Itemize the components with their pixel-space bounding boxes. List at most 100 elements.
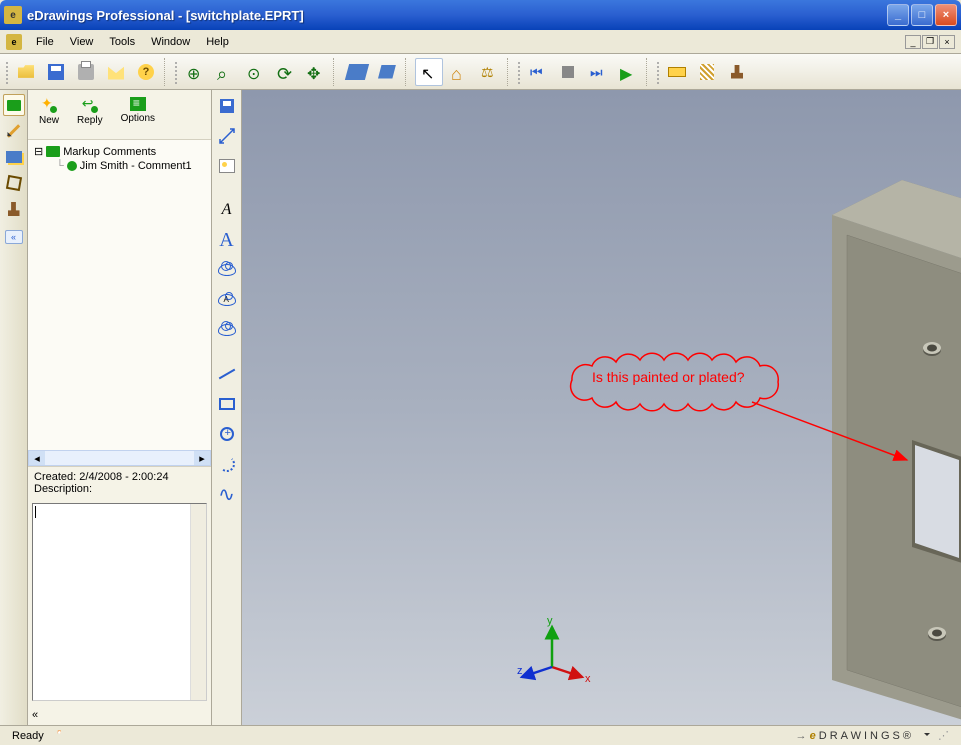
tree-hscrollbar[interactable]: ◂ ▸	[28, 450, 211, 466]
zoom-fit-icon	[247, 64, 263, 80]
play-icon	[620, 64, 636, 80]
tool-spline[interactable]	[215, 482, 239, 506]
measure-button[interactable]	[663, 58, 691, 86]
menu-view[interactable]: View	[62, 33, 102, 51]
mdi-minimize-button[interactable]: _	[905, 35, 921, 49]
tree-item-row[interactable]: └ Jim Smith - Comment1	[32, 159, 207, 173]
tool-cloud[interactable]	[215, 318, 239, 342]
collapse-left-button[interactable]: «	[5, 230, 23, 244]
toolbar-grip[interactable]	[656, 60, 661, 84]
markup-reply-button[interactable]: Reply	[72, 94, 108, 129]
tab-components[interactable]	[3, 172, 25, 194]
tree-expander[interactable]: ⊟	[34, 145, 43, 158]
help-icon: ?	[138, 64, 154, 80]
help-button[interactable]: ?	[132, 58, 160, 86]
tab-layers[interactable]	[3, 146, 25, 168]
left-tab-strip: «	[0, 90, 28, 725]
save-button[interactable]	[42, 58, 70, 86]
tool-cloud-text[interactable]	[215, 288, 239, 312]
print-button[interactable]	[72, 58, 100, 86]
markup-new-button[interactable]: New	[34, 94, 64, 129]
status-bar: Ready e DRAWINGS® ⋰	[0, 725, 961, 745]
mdi-close-button[interactable]: ×	[939, 35, 955, 49]
select-button[interactable]	[415, 58, 443, 86]
menu-window[interactable]: Window	[143, 33, 198, 51]
collapse-panel-button[interactable]: «	[32, 709, 50, 721]
line-icon	[218, 369, 235, 380]
window-minimize-button[interactable]: _	[887, 4, 909, 26]
tab-markup[interactable]	[3, 94, 25, 116]
cube-icon	[5, 175, 21, 191]
tool-text-leader[interactable]	[215, 198, 239, 222]
markup-options-button[interactable]: Options	[116, 94, 160, 127]
rotate-button[interactable]	[271, 58, 299, 86]
tool-circle[interactable]	[215, 422, 239, 446]
tool-rectangle[interactable]	[215, 392, 239, 416]
scroll-right-button[interactable]: ▸	[194, 451, 210, 465]
text-icon: A	[219, 229, 233, 252]
tool-save-markup[interactable]	[215, 94, 239, 118]
section-button[interactable]	[693, 58, 721, 86]
tool-image[interactable]	[215, 154, 239, 178]
play-button[interactable]	[614, 58, 642, 86]
tab-draw[interactable]	[3, 120, 25, 142]
menu-tools[interactable]: Tools	[101, 33, 143, 51]
tool-line[interactable]	[215, 362, 239, 386]
menu-file[interactable]: File	[28, 33, 62, 51]
zoom-fit-button[interactable]	[241, 58, 269, 86]
scroll-left-button[interactable]: ◂	[29, 451, 45, 465]
stop-button[interactable]	[554, 58, 582, 86]
window-maximize-button[interactable]: □	[911, 4, 933, 26]
perspective-button[interactable]	[373, 58, 401, 86]
perspective-icon	[378, 65, 396, 79]
status-brand-section: e DRAWINGS®	[790, 730, 920, 742]
tool-text[interactable]: A	[215, 228, 239, 252]
home-button[interactable]	[445, 58, 473, 86]
send-button[interactable]	[102, 58, 130, 86]
tool-dimension[interactable]	[215, 124, 239, 148]
markup-tree[interactable]: ⊟ Markup Comments └ Jim Smith - Comment1	[28, 140, 211, 450]
next-button[interactable]	[584, 58, 612, 86]
reply-icon	[82, 97, 98, 113]
toolbar-grip[interactable]	[517, 60, 522, 84]
tool-cloud-leader[interactable]	[215, 258, 239, 282]
rectangle-icon	[219, 398, 235, 410]
toolbar-grip[interactable]	[174, 60, 179, 84]
first-button[interactable]	[524, 58, 552, 86]
mdi-restore-button[interactable]: ❐	[922, 35, 938, 49]
zoom-area-button[interactable]	[211, 58, 239, 86]
toolbar-grip[interactable]	[5, 60, 10, 84]
shaded-button[interactable]	[343, 58, 371, 86]
menu-help[interactable]: Help	[198, 33, 237, 51]
new-icon	[41, 97, 57, 113]
zoom-in-button[interactable]	[181, 58, 209, 86]
markup-tool-strip: A	[212, 90, 242, 725]
callout-leader	[752, 402, 907, 460]
scale-icon	[481, 64, 497, 80]
layers-icon	[6, 151, 22, 163]
pan-button[interactable]	[301, 58, 329, 86]
cloud-text-icon	[218, 294, 236, 306]
description-vscrollbar[interactable]	[190, 504, 206, 700]
pencil-icon	[7, 124, 20, 137]
viewport-3d[interactable]: Is this painted or plated? x y z	[242, 90, 961, 725]
stamp-button[interactable]	[723, 58, 751, 86]
tree-root-row[interactable]: ⊟ Markup Comments	[32, 144, 207, 159]
tool-arc[interactable]	[215, 452, 239, 476]
description-textarea[interactable]	[32, 503, 207, 701]
open-button[interactable]	[12, 58, 40, 86]
markup-panel: New Reply Options ⊟ Markup Comments └ Ji…	[28, 90, 212, 725]
zoom-in-icon	[187, 64, 203, 80]
window-titlebar: e eDrawings Professional - [switchplate.…	[0, 0, 961, 30]
mass-props-button[interactable]	[475, 58, 503, 86]
window-title: eDrawings Professional - [switchplate.EP…	[27, 8, 887, 23]
toolbar-separator	[646, 58, 652, 86]
created-label: Created:	[34, 471, 76, 483]
tab-stamp[interactable]	[3, 198, 25, 220]
markup-cloud-callout[interactable]: Is this painted or plated?	[552, 340, 932, 493]
zoom-area-icon	[217, 64, 233, 80]
resize-grip-icon[interactable]: ⋰	[938, 730, 949, 742]
measure-icon	[668, 67, 686, 77]
app-logo-icon: e	[6, 34, 22, 50]
window-close-button[interactable]: ×	[935, 4, 957, 26]
